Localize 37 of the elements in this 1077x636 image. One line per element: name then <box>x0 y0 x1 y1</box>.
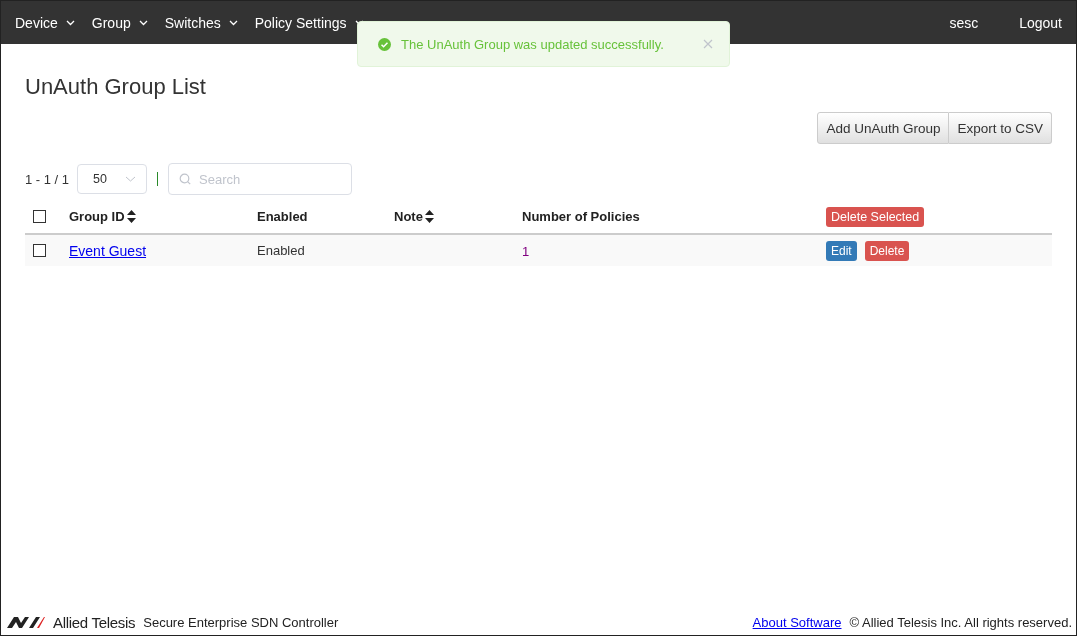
export-csv-button[interactable]: Export to CSV <box>949 112 1052 144</box>
add-group-button[interactable]: Add UnAuth Group <box>817 112 950 144</box>
delete-button[interactable]: Delete <box>864 240 910 261</box>
copyright-text: © Allied Telesis Inc. All rights reserved. <box>849 614 1072 630</box>
user-name[interactable]: sesc <box>949 14 979 31</box>
nav-menu-item[interactable]: Group <box>91 14 148 31</box>
delete-selected-button[interactable]: Delete Selected <box>826 206 925 227</box>
logout-link[interactable]: Logout <box>1019 14 1062 31</box>
table-cell-text: Enabled <box>257 243 306 258</box>
nav-menu-item[interactable]: Switches <box>164 14 238 31</box>
chevron-down-icon <box>228 19 238 26</box>
product-name: Secure Enterprise SDN Controller <box>143 614 339 630</box>
group-id-link[interactable]: Event Guest <box>69 242 147 259</box>
column-header[interactable]: Note <box>394 209 522 224</box>
search-field[interactable]: Search <box>168 163 353 195</box>
page-title: UnAuth Group List <box>25 74 207 100</box>
about-software-link[interactable]: About Software <box>752 614 842 630</box>
search-icon <box>179 173 192 185</box>
chevron-down-icon <box>65 19 75 26</box>
nav-menu-item[interactable]: Device <box>15 14 75 31</box>
row-checkbox[interactable] <box>33 244 46 257</box>
column-header: Enabled <box>257 209 309 224</box>
sort-icon[interactable] <box>126 210 136 223</box>
page-size-select[interactable]: 50 <box>77 164 148 194</box>
pagination-range: 1 - 1 / 1 <box>25 171 70 187</box>
brand-name: Allied Telesis <box>53 613 136 631</box>
column-header: Number of Policies <box>522 209 641 224</box>
check-circle-icon <box>378 37 391 51</box>
column-header[interactable]: Group ID <box>69 209 257 224</box>
chevron-down-icon <box>138 19 148 26</box>
logo-icon <box>7 616 45 628</box>
chevron-down-icon <box>125 176 137 182</box>
sort-icon[interactable] <box>424 210 434 223</box>
edit-button[interactable]: Edit <box>826 240 857 261</box>
toast-message: The UnAuth Group was updated successfully. <box>401 36 665 52</box>
table-cell: 1 <box>522 243 530 259</box>
select-all-checkbox[interactable] <box>33 210 46 223</box>
